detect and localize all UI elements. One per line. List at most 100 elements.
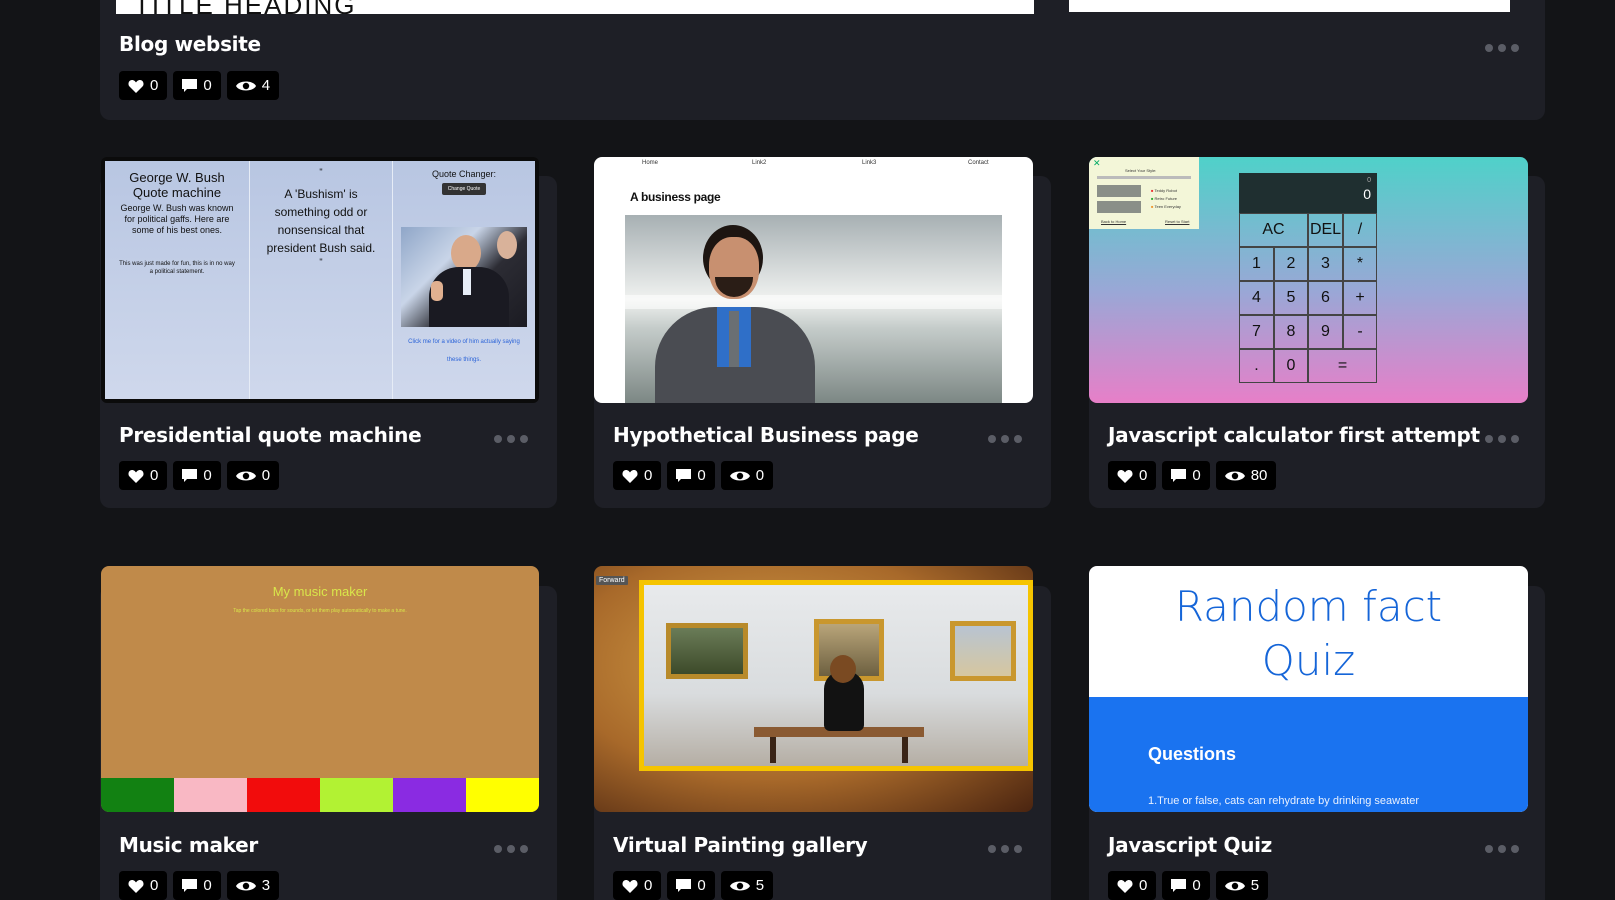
project-thumbnail[interactable]: ✕ Select Your Style: ■ Teddy Robot ■ Ret… xyxy=(1089,157,1528,403)
comment-icon xyxy=(1171,468,1187,482)
comment-icon xyxy=(676,878,692,892)
project-title[interactable]: Javascript Quiz xyxy=(1108,833,1272,857)
project-title[interactable]: Hypothetical Business page xyxy=(613,423,919,447)
forward-button[interactable]: Forward xyxy=(596,576,628,585)
views-indicator: 5 xyxy=(720,871,774,900)
view-count: 5 xyxy=(1250,877,1260,894)
calc-key[interactable]: 1 xyxy=(1239,247,1274,281)
like-count: 0 xyxy=(644,877,653,894)
calculator: 0 0 AC DEL / 1 2 3 * 4 5 6 + 7 8 9 - . 0… xyxy=(1239,173,1377,383)
sound-bar-pink[interactable] xyxy=(174,778,247,812)
project-thumbnail[interactable]: My music maker Tap the colored bars for … xyxy=(101,566,539,812)
calc-key[interactable]: / xyxy=(1343,213,1377,247)
calc-key[interactable]: * xyxy=(1343,247,1377,281)
sound-bar-purple[interactable] xyxy=(393,778,466,812)
popup-option[interactable]: ■ Retro Future xyxy=(1151,195,1181,203)
sound-bar-red[interactable] xyxy=(247,778,320,812)
more-options-button[interactable] xyxy=(1485,44,1519,52)
project-title[interactable]: Music maker xyxy=(119,833,258,857)
project-title[interactable]: Blog website xyxy=(119,32,261,56)
popup-button[interactable] xyxy=(1097,201,1141,213)
project-thumbnail[interactable]: TITLE HEADING xyxy=(116,0,1034,14)
sound-bar-yellow[interactable] xyxy=(466,778,539,812)
calc-key[interactable]: 5 xyxy=(1274,281,1308,315)
style-popup: ✕ Select Your Style: ■ Teddy Robot ■ Ret… xyxy=(1089,157,1199,229)
painting xyxy=(950,621,1016,681)
comment-button[interactable]: 0 xyxy=(1162,871,1210,900)
sound-bar-green[interactable] xyxy=(101,778,174,812)
like-button[interactable]: 0 xyxy=(613,871,662,900)
business-hero-image xyxy=(625,215,1002,403)
project-thumbnail[interactable]: Forward xyxy=(594,566,1033,812)
calc-key[interactable]: 4 xyxy=(1239,281,1274,315)
calc-key-clear[interactable]: AC xyxy=(1239,213,1308,247)
calc-key-equals[interactable]: = xyxy=(1308,349,1377,383)
project-card-blog[interactable]: TITLE HEADING Blog website 0 0 4 xyxy=(100,0,1545,120)
calc-key[interactable]: 7 xyxy=(1239,315,1274,349)
like-button[interactable]: 0 xyxy=(613,461,662,490)
close-icon[interactable]: ✕ xyxy=(1093,158,1101,169)
heart-icon xyxy=(128,879,144,893)
views-indicator: 3 xyxy=(226,871,280,900)
comment-button[interactable]: 0 xyxy=(1162,461,1210,490)
view-count: 0 xyxy=(261,467,271,484)
like-button[interactable]: 0 xyxy=(119,71,168,100)
popup-option[interactable]: ■ Teddy Robot xyxy=(1151,187,1181,195)
calc-key[interactable]: 0 xyxy=(1274,349,1308,383)
like-button[interactable]: 0 xyxy=(119,871,168,900)
project-thumbnail[interactable]: George W. Bush Quote machine George W. B… xyxy=(101,157,539,403)
comment-button[interactable]: 0 xyxy=(667,871,715,900)
more-options-button[interactable] xyxy=(1485,435,1519,443)
like-button[interactable]: 0 xyxy=(1108,461,1157,490)
calc-key[interactable]: 9 xyxy=(1308,315,1343,349)
nav-link[interactable]: Contact xyxy=(968,160,989,166)
popup-link[interactable]: Reset to Start xyxy=(1165,219,1189,224)
project-title[interactable]: Virtual Painting gallery xyxy=(613,833,868,857)
nav-link[interactable]: Home xyxy=(642,160,658,166)
like-button[interactable]: 0 xyxy=(119,461,168,490)
nav-link[interactable]: Link3 xyxy=(862,160,876,166)
views-indicator: 0 xyxy=(226,461,280,490)
heart-icon xyxy=(1117,879,1133,893)
comment-count: 0 xyxy=(203,77,212,94)
calc-key[interactable]: 8 xyxy=(1274,315,1308,349)
comment-count: 0 xyxy=(1192,877,1201,894)
comment-button[interactable]: 0 xyxy=(667,461,715,490)
more-options-button[interactable] xyxy=(494,845,528,853)
calc-key[interactable]: - xyxy=(1343,315,1377,349)
change-quote-button[interactable]: Change Quote xyxy=(442,183,486,195)
comment-button[interactable]: 0 xyxy=(173,71,221,100)
painting xyxy=(666,623,748,679)
calc-key[interactable]: 3 xyxy=(1308,247,1343,281)
more-options-button[interactable] xyxy=(988,845,1022,853)
project-thumbnail[interactable]: Home Link2 Link3 Contact A business page xyxy=(594,157,1033,403)
calc-key[interactable]: . xyxy=(1239,349,1274,383)
project-thumbnail-secondary[interactable] xyxy=(1069,0,1510,12)
popup-link[interactable]: Back to Home xyxy=(1101,219,1126,224)
calc-key-delete[interactable]: DEL xyxy=(1308,213,1343,247)
display-previous: 0 xyxy=(1367,177,1371,184)
nav-link[interactable]: Link2 xyxy=(752,160,766,166)
views-indicator: 0 xyxy=(720,461,774,490)
comment-button[interactable]: 0 xyxy=(173,871,221,900)
questions-heading: Questions xyxy=(1148,744,1237,764)
video-link[interactable]: Click me for a video of him actually say… xyxy=(405,333,523,369)
calc-key[interactable]: + xyxy=(1343,281,1377,315)
calc-key[interactable]: 6 xyxy=(1308,281,1343,315)
sound-bar-lime[interactable] xyxy=(320,778,393,812)
more-options-button[interactable] xyxy=(494,435,528,443)
popup-button[interactable] xyxy=(1097,185,1141,197)
popup-option[interactable]: ■ Teen Everyday xyxy=(1151,203,1181,211)
more-options-button[interactable] xyxy=(1485,845,1519,853)
more-options-button[interactable] xyxy=(988,435,1022,443)
view-count: 3 xyxy=(261,877,271,894)
project-thumbnail[interactable]: Random fact Quiz Questions 1.True or fal… xyxy=(1089,566,1528,812)
comment-count: 0 xyxy=(203,467,212,484)
quiz-title-line: Quiz xyxy=(1261,636,1356,685)
project-title[interactable]: Presidential quote machine xyxy=(119,423,422,447)
project-title[interactable]: Javascript calculator first attempt xyxy=(1108,423,1480,447)
like-button[interactable]: 0 xyxy=(1108,871,1157,900)
business-nav: Home Link2 Link3 Contact xyxy=(594,160,1033,170)
calc-key[interactable]: 2 xyxy=(1274,247,1308,281)
comment-button[interactable]: 0 xyxy=(173,461,221,490)
